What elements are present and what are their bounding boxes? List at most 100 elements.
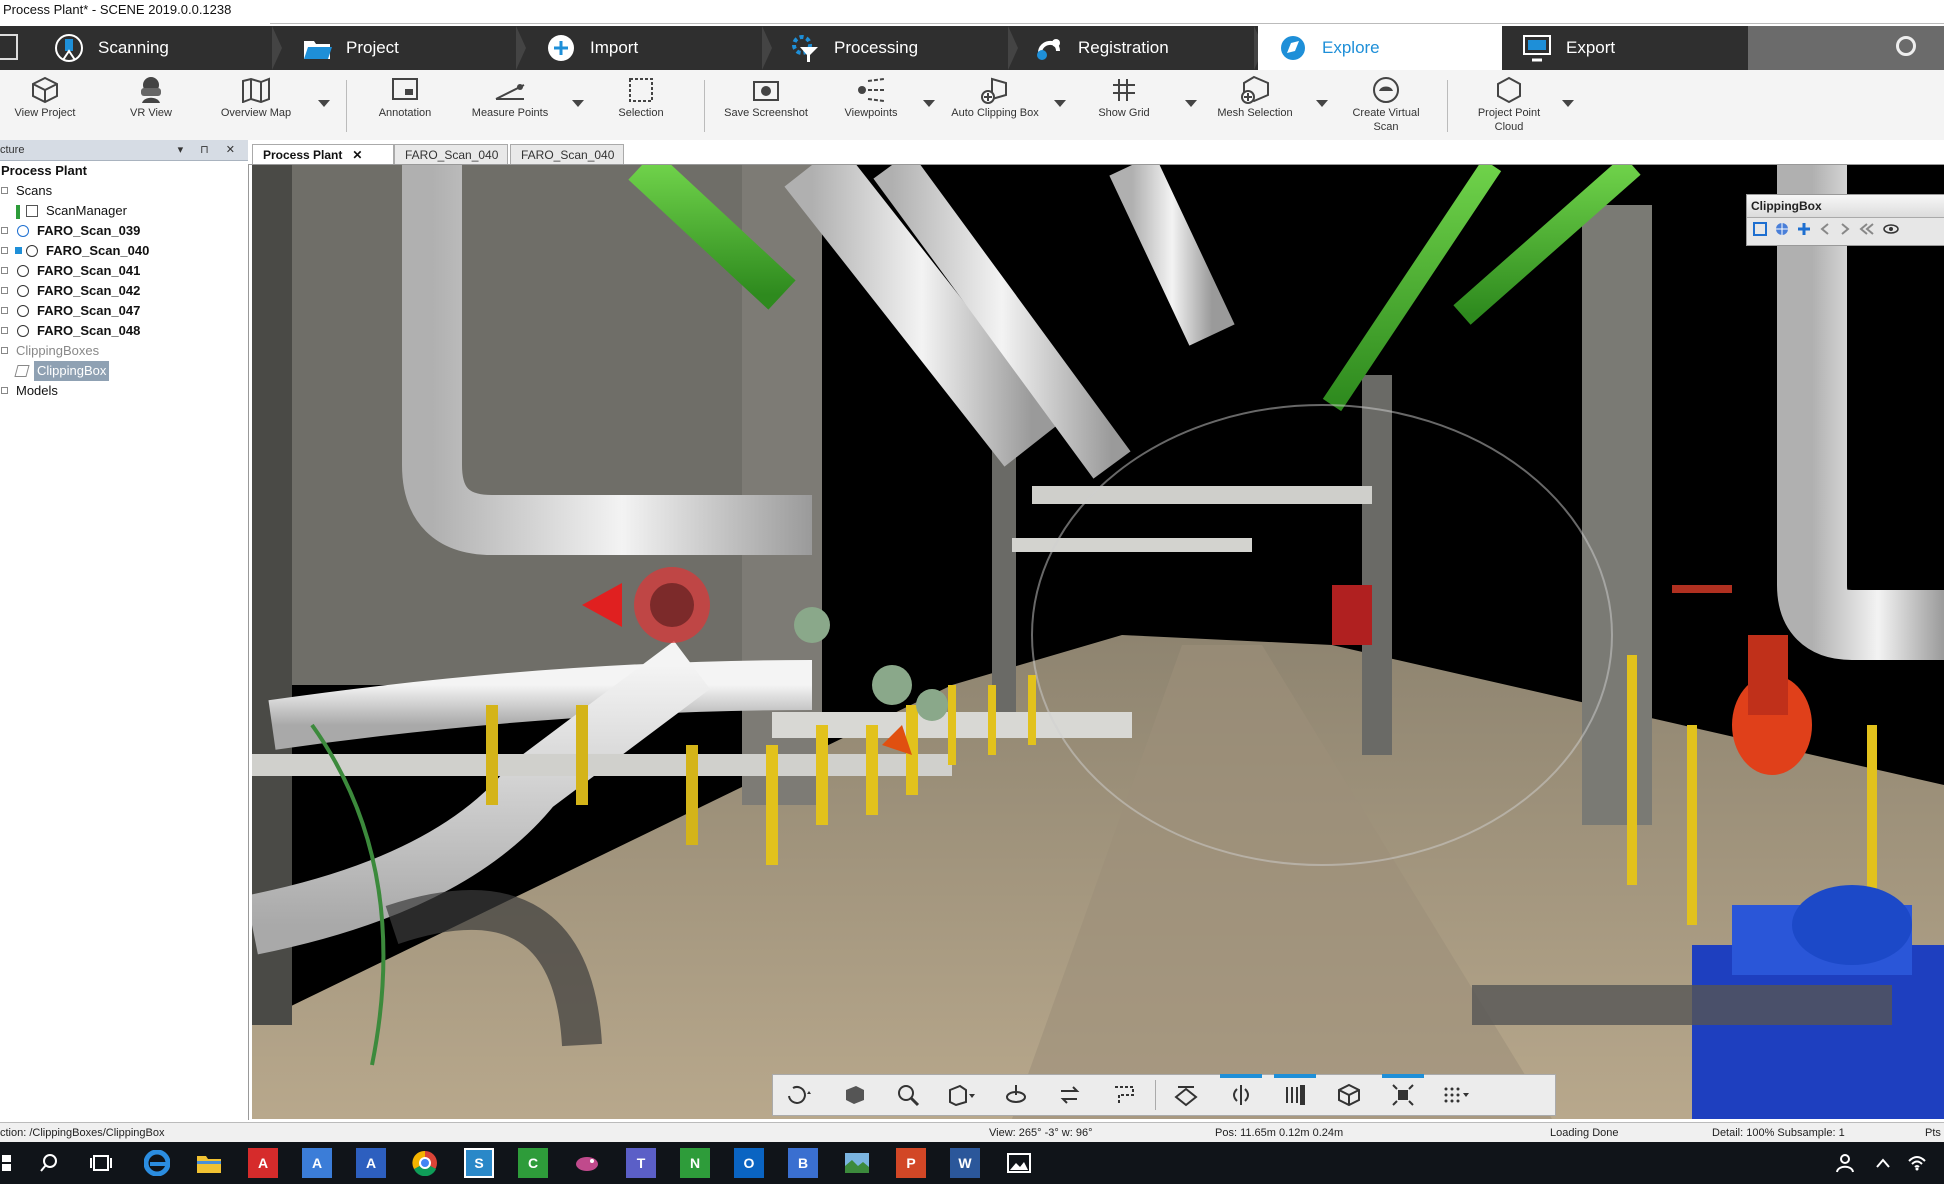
3d-viewport[interactable] <box>252 165 1944 1119</box>
flag-button[interactable] <box>1097 1074 1151 1116</box>
tree-scan-item[interactable]: FARO_Scan_040 <box>0 241 248 261</box>
scene-app-icon[interactable]: S <box>464 1148 494 1178</box>
navigate-back-button[interactable] <box>1043 1074 1097 1116</box>
show-grid-dropdown-arrow[interactable] <box>1185 100 1197 107</box>
tree-models[interactable]: Models <box>0 381 248 401</box>
orbit-mode-button[interactable] <box>773 1074 827 1116</box>
annotation-button[interactable]: Annotation <box>355 74 455 120</box>
selection-button[interactable]: Selection <box>591 74 691 120</box>
tree-clipping-boxes[interactable]: ClippingBoxes <box>0 341 248 361</box>
panel-controls[interactable]: ▾ ⊓ ✕ <box>178 140 242 160</box>
selection-icon <box>629 78 653 102</box>
tree-scan-manager[interactable]: ScanManager <box>0 201 248 221</box>
scanner-icon <box>54 33 84 63</box>
explore-icon <box>1278 33 1308 63</box>
structure-panel: cture ▾ ⊓ ✕ Process Plant Scans ScanMana… <box>0 140 249 1120</box>
chevron-up-icon[interactable] <box>1868 1148 1898 1178</box>
tab-scanning[interactable]: Scanning <box>36 26 282 70</box>
app-a-navy-icon[interactable]: A <box>356 1148 386 1178</box>
resize-box-icon[interactable] <box>1753 222 1767 236</box>
zoom-button[interactable] <box>881 1074 935 1116</box>
settings-area[interactable] <box>1748 26 1944 70</box>
tab-project[interactable]: Project <box>280 26 526 70</box>
rotate-button[interactable] <box>989 1074 1043 1116</box>
mesh-selection-button[interactable]: Mesh Selection <box>1205 74 1305 120</box>
tree-scan-item[interactable]: FARO_Scan_041 <box>0 261 248 281</box>
chevron-left-icon[interactable] <box>1819 222 1831 236</box>
doc-tab-scan[interactable]: FARO_Scan_040 <box>394 144 508 164</box>
tree-scan-item[interactable]: FARO_Scan_042 <box>0 281 248 301</box>
status-bar: ction: /ClippingBoxes/ClippingBox View: … <box>0 1122 1944 1143</box>
auto-clipping-box-icon <box>981 77 1007 104</box>
app-c-green-icon[interactable]: C <box>518 1148 548 1178</box>
file-explorer-icon[interactable] <box>194 1148 224 1178</box>
powerpoint-icon[interactable]: P <box>896 1148 926 1178</box>
measure-points-button[interactable]: Measure Points <box>460 74 560 120</box>
project-point-cloud-dropdown-arrow[interactable] <box>1562 100 1574 107</box>
viewpoints-button[interactable]: Viewpoints <box>821 74 921 120</box>
clipping-tool-button[interactable] <box>1160 1074 1214 1116</box>
tab-import[interactable]: Import <box>526 26 772 70</box>
app-bird-icon[interactable] <box>572 1148 602 1178</box>
points-view-button[interactable] <box>1376 1074 1430 1116</box>
project-point-cloud-button[interactable]: Project Point Cloud <box>1459 74 1559 134</box>
clipping-box-window[interactable]: ClippingBox <box>1746 194 1944 246</box>
auto-clipping-box-button[interactable]: Auto Clipping Box <box>945 74 1045 120</box>
close-icon[interactable]: ✕ <box>352 148 362 162</box>
overview-map-button[interactable]: Overview Map <box>206 74 306 120</box>
auto-clipping-box-dropdown-arrow[interactable] <box>1054 100 1066 107</box>
viewpoints-dropdown-arrow[interactable] <box>923 100 935 107</box>
start-icon[interactable] <box>0 1148 16 1178</box>
move-icon[interactable] <box>1797 222 1811 236</box>
measure-points-dropdown-arrow[interactable] <box>572 100 584 107</box>
double-chevron-left-icon[interactable] <box>1859 222 1875 236</box>
chrome-icon[interactable] <box>410 1148 440 1178</box>
show-grid-button[interactable]: Show Grid <box>1074 74 1174 120</box>
edge-browser-icon[interactable] <box>142 1148 172 1178</box>
mesh-selection-dropdown-arrow[interactable] <box>1316 100 1328 107</box>
word-icon[interactable]: W <box>950 1148 980 1178</box>
settings-icon[interactable] <box>1896 36 1916 56</box>
doc-tab-scan[interactable]: FARO_Scan_040 <box>510 144 624 164</box>
outlook-icon[interactable]: O <box>734 1148 764 1178</box>
people-icon[interactable] <box>1830 1148 1860 1178</box>
tab-export[interactable]: Export <box>1504 26 1744 70</box>
wifi-icon[interactable] <box>1902 1148 1932 1178</box>
tree-clipping-box[interactable]: ClippingBox <box>0 361 248 381</box>
app-landscape-icon[interactable] <box>842 1148 872 1178</box>
globe-icon[interactable] <box>1775 222 1789 236</box>
search-icon[interactable] <box>34 1148 64 1178</box>
view-project-button[interactable]: View Project <box>0 74 95 120</box>
app-menu-icon[interactable] <box>0 34 18 60</box>
grid-dots-button[interactable] <box>1430 1074 1484 1116</box>
eye-icon[interactable] <box>1883 222 1899 236</box>
tab-label: Explore <box>1322 38 1380 57</box>
vr-view-button[interactable]: VR View <box>101 74 201 120</box>
section-view-button[interactable] <box>1268 1074 1322 1116</box>
tree-scans[interactable]: Scans <box>0 181 248 201</box>
overview-map-dropdown-arrow[interactable] <box>318 100 330 107</box>
tree-scan-item[interactable]: FARO_Scan_047 <box>0 301 248 321</box>
app-n-icon[interactable]: N <box>680 1148 710 1178</box>
tab-explore[interactable]: Explore <box>1258 26 1502 70</box>
tree-root[interactable]: Process Plant <box>0 161 248 181</box>
save-screenshot-button[interactable]: Save Screenshot <box>716 74 816 120</box>
doc-tab-process-plant[interactable]: Process Plant ✕ <box>252 144 394 164</box>
app-a-blue-icon[interactable]: A <box>302 1148 332 1178</box>
stereo-view-button[interactable] <box>1214 1074 1268 1116</box>
box-view-button[interactable] <box>1322 1074 1376 1116</box>
tree-scan-item[interactable]: FARO_Scan_039 <box>0 221 248 241</box>
photos-icon[interactable] <box>1004 1148 1034 1178</box>
standard-view-button[interactable] <box>935 1074 989 1116</box>
point-cloud-scene <box>252 165 1944 1119</box>
chevron-right-icon[interactable] <box>1839 222 1851 236</box>
teams-icon[interactable]: T <box>626 1148 656 1178</box>
create-virtual-scan-button[interactable]: Create Virtual Scan <box>1336 74 1436 134</box>
tree-scan-item[interactable]: FARO_Scan_048 <box>0 321 248 341</box>
acrobat-icon[interactable]: A <box>248 1148 278 1178</box>
tab-processing[interactable]: Processing <box>772 26 1018 70</box>
app-b-icon[interactable]: B <box>788 1148 818 1178</box>
task-view-icon[interactable] <box>86 1148 116 1178</box>
view-box-button[interactable] <box>827 1074 881 1116</box>
tab-registration[interactable]: Registration <box>1018 26 1264 70</box>
